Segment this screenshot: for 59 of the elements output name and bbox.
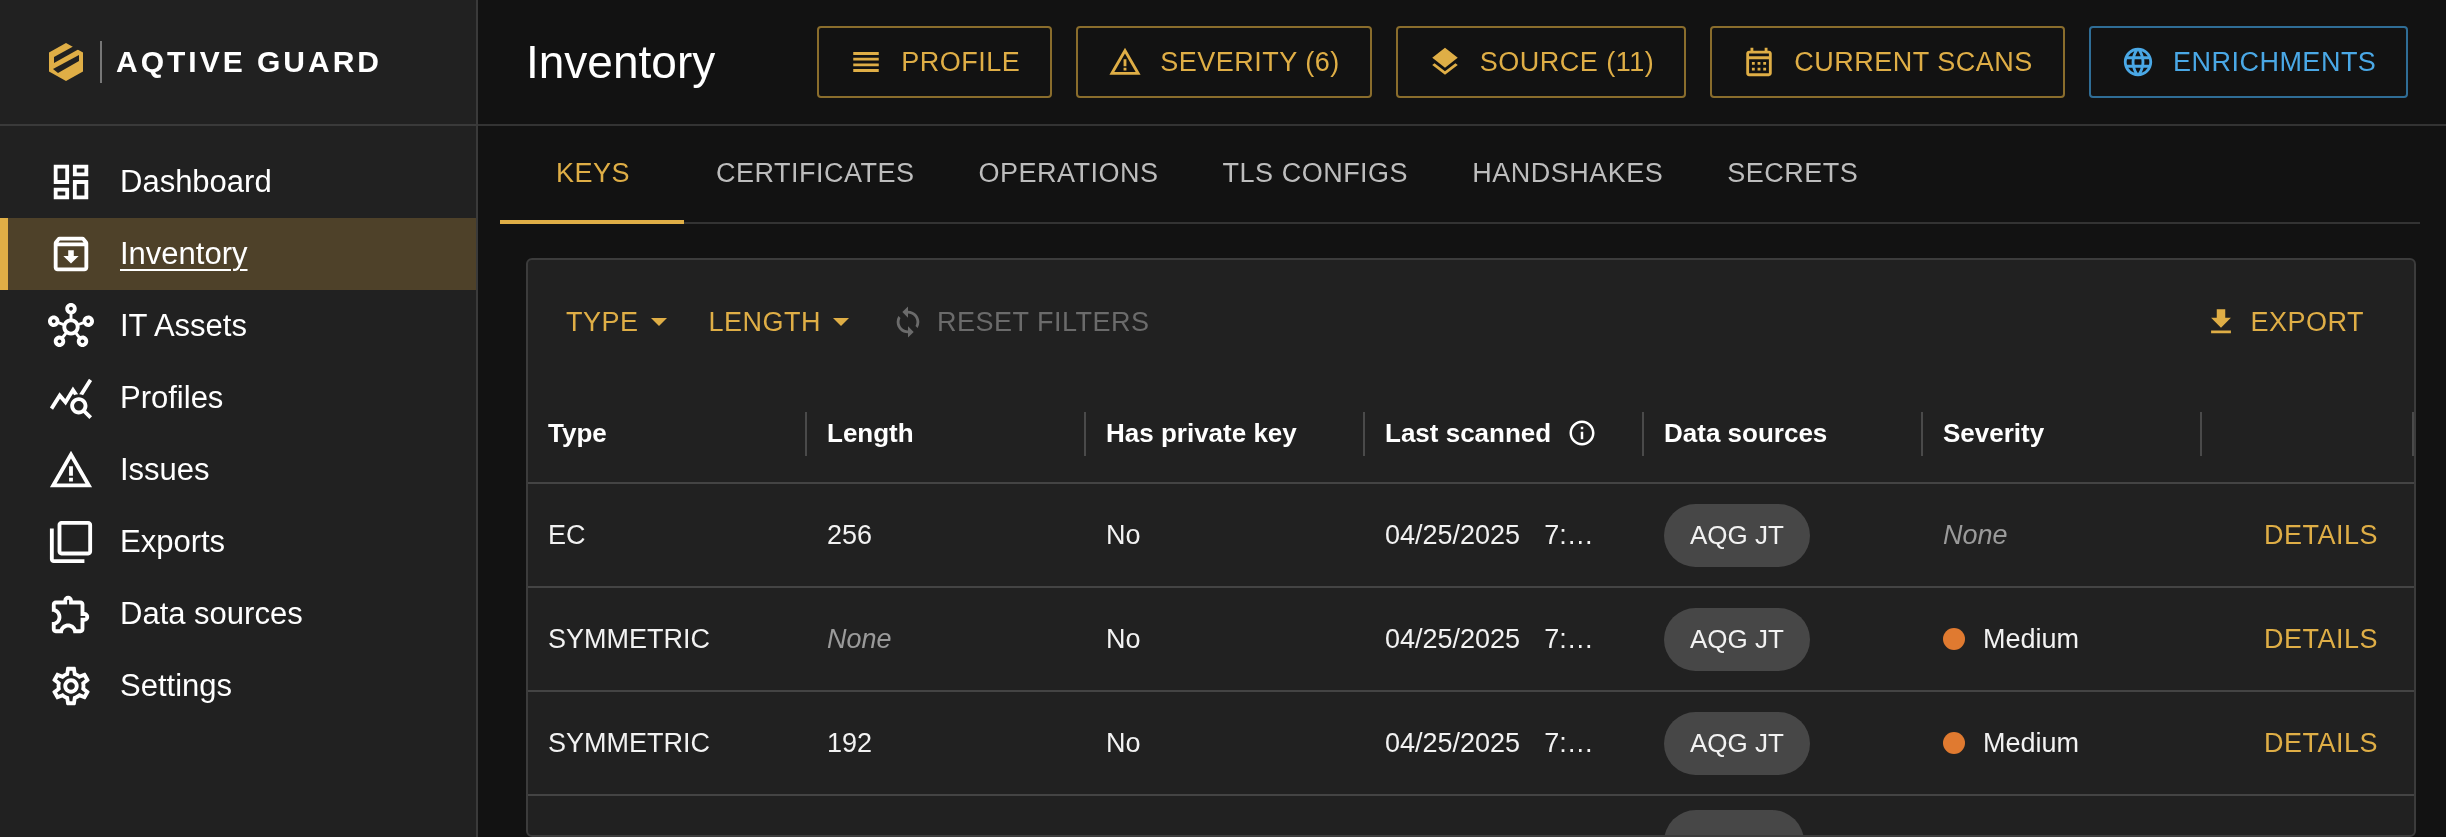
hub-icon xyxy=(48,303,94,349)
filter-dropdown[interactable]: TYPE xyxy=(552,298,681,346)
scan-time: 7:… xyxy=(1544,519,1594,551)
toolbar-button[interactable]: ENRICHMENTS xyxy=(2088,26,2409,98)
filter-dropdown[interactable]: LENGTH xyxy=(694,298,864,346)
details-button[interactable]: DETAILS xyxy=(2263,513,2378,557)
scan-date: 04/25/2025 xyxy=(1385,519,1521,551)
column-header: Data sources xyxy=(1664,417,1828,449)
data-source-chip: AQG JT xyxy=(1664,711,1810,775)
severity-label: None xyxy=(1943,519,2008,551)
toolbar-button[interactable]: CURRENT SCANS xyxy=(1710,26,2065,98)
scan-time: 7:… xyxy=(1544,623,1594,655)
nav-item[interactable]: Dashboard xyxy=(0,146,476,218)
scan-date: 04/25/2025 xyxy=(1385,727,1521,759)
column-header: Length xyxy=(827,417,914,449)
scan-time: 7:… xyxy=(1544,727,1594,759)
table-cell: EC xyxy=(548,519,586,551)
details-button[interactable]: DETAILS xyxy=(2263,721,2378,765)
severity-label: Medium xyxy=(1983,727,2080,759)
table-cell: SYMMETRIC xyxy=(548,727,710,759)
nav-item[interactable]: Settings xyxy=(0,650,476,722)
tab[interactable]: SECRETS xyxy=(1695,126,1891,224)
logo-icon xyxy=(46,42,86,82)
scan-date: 04/25/2025 xyxy=(1385,623,1521,655)
tab[interactable]: OPERATIONS xyxy=(946,126,1191,224)
nav-item[interactable]: Inventory xyxy=(0,218,476,290)
tab[interactable]: CERTIFICATES xyxy=(684,126,947,224)
column-header: Last scanned xyxy=(1385,417,1552,449)
table-cell: 192 xyxy=(827,727,873,759)
export-button[interactable]: EXPORT xyxy=(2190,297,2378,347)
caret-icon xyxy=(650,318,667,326)
table-cell: 256 xyxy=(827,519,873,551)
table-cell: None xyxy=(827,623,892,655)
table-cell: SYMMETRIC xyxy=(548,623,710,655)
severity-label: Medium xyxy=(1983,623,2080,655)
toolbar-button[interactable]: SOURCE (11) xyxy=(1395,26,1687,98)
toolbar-button[interactable]: SEVERITY (6) xyxy=(1076,26,1372,98)
caret-icon xyxy=(833,318,850,326)
nav-item[interactable]: Profiles xyxy=(0,362,476,434)
brand-name: AQTIVE GUARD xyxy=(116,45,382,79)
details-button[interactable]: DETAILS xyxy=(2263,617,2378,661)
column-header: Has private key xyxy=(1106,417,1297,449)
column-header: Type xyxy=(548,417,607,449)
table-cell: No xyxy=(1106,519,1141,551)
tab[interactable]: TLS CONFIGS xyxy=(1190,126,1441,224)
column-header: Severity xyxy=(1943,417,2045,449)
page-title: Inventory xyxy=(526,35,716,89)
tab[interactable]: KEYS xyxy=(500,126,685,224)
nav-item[interactable]: Data sources xyxy=(0,578,476,650)
stacked-squares-icon xyxy=(48,519,94,565)
table-cell: No xyxy=(1106,623,1141,655)
table-cell: No xyxy=(1106,727,1141,759)
data-source-chip: AQG JT xyxy=(1664,607,1810,671)
nav-item[interactable]: IT Assets xyxy=(0,290,476,362)
nav-item[interactable]: Issues xyxy=(0,434,476,506)
tab[interactable]: HANDSHAKES xyxy=(1440,126,1696,224)
data-source-chip: AQG JT xyxy=(1664,503,1810,567)
toolbar-button[interactable]: PROFILE xyxy=(817,26,1053,98)
nav-item[interactable]: Exports xyxy=(0,506,476,578)
